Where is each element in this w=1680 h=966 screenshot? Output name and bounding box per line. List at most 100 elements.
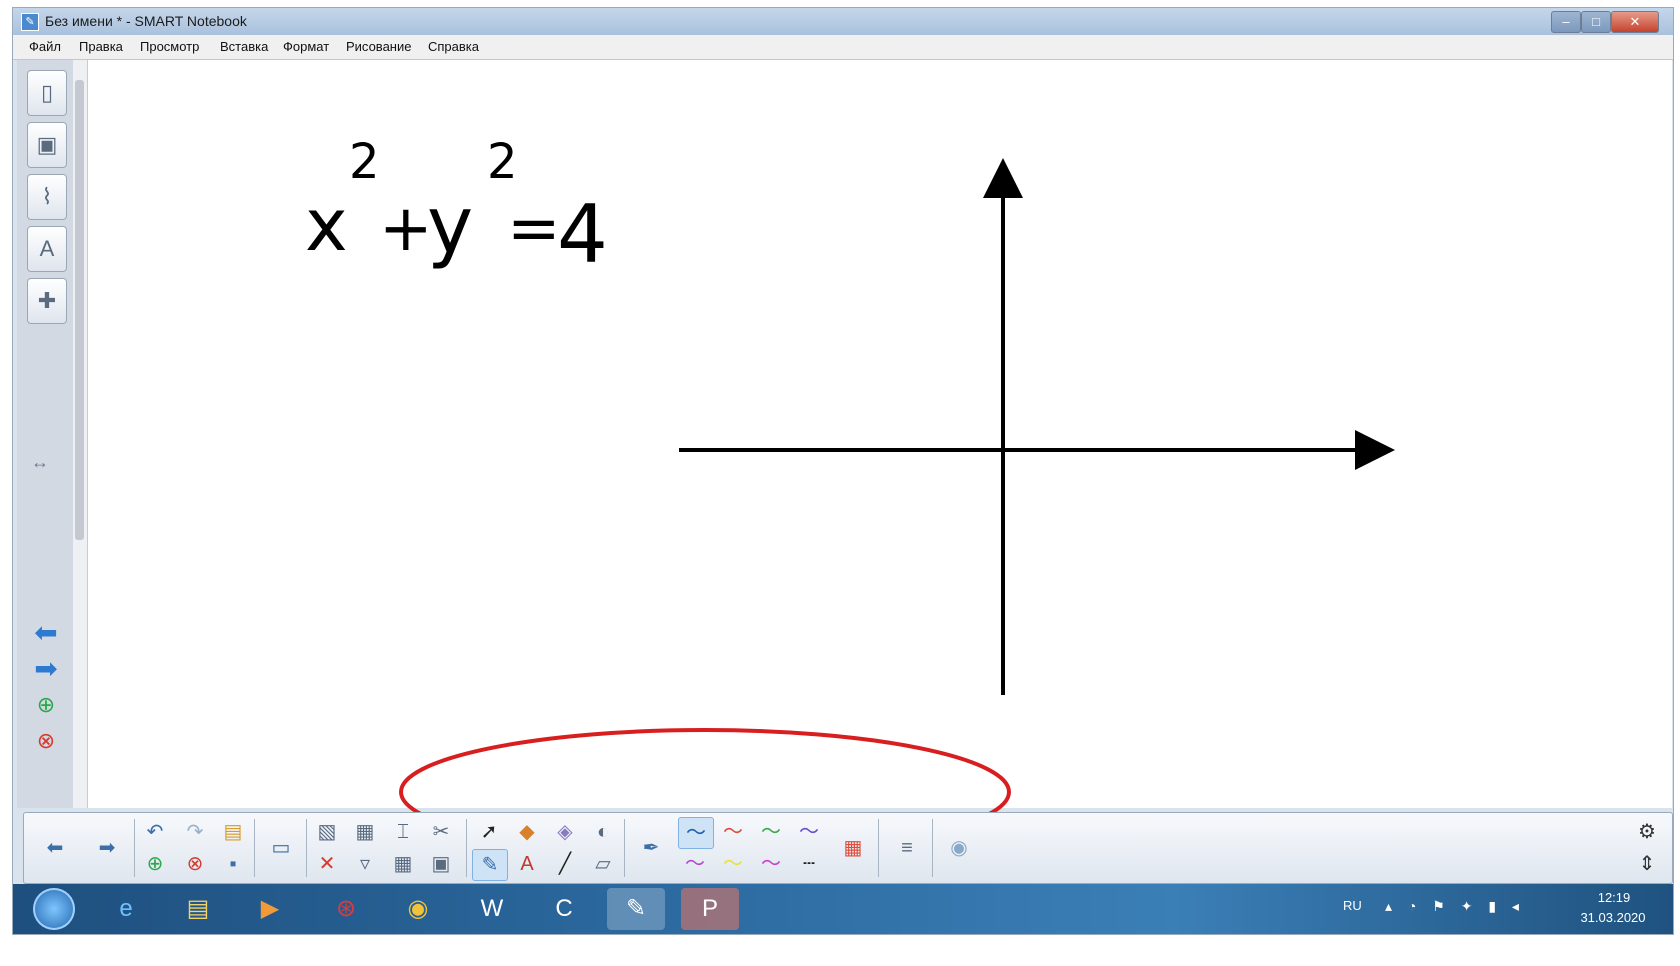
pen-style-purple[interactable]: 〜 [792,817,826,847]
toolbar-save[interactable]: ▪ [216,849,250,879]
attachments-tab[interactable]: ⌇ [27,174,67,220]
taskbar-ie[interactable]: e [97,888,155,930]
toolbar-undo[interactable]: ↶ [138,817,172,847]
vertical-scrollbar[interactable] [73,60,88,808]
pen-style-magenta[interactable]: 〜 [754,849,788,879]
toolbar-document-camera[interactable]: ▣ [424,849,458,879]
drawing-canvas[interactable]: x 2 + y 2 = 4 [87,60,1671,900]
maximize-button[interactable]: □ [1581,11,1611,33]
sidebar-prev-page-icon[interactable]: ⬅ [27,618,65,648]
toolbar-redo[interactable]: ↷ [178,817,212,847]
taskbar-c-app[interactable]: C [535,888,593,930]
toolbar-display[interactable]: ▭ [264,833,298,863]
taskbar-smart-notebook[interactable]: ✎ [607,888,665,930]
menu-file[interactable]: Файл [29,39,61,54]
menu-view[interactable]: Просмотр [140,39,199,54]
screen-shade-icon: ▦ [355,821,375,843]
taskbar-powerpoint[interactable]: P [681,888,739,930]
eq-x: x [305,183,348,267]
taskbar-media[interactable]: ▶ [241,888,299,930]
pen-style-green[interactable]: 〜 [754,817,788,847]
resize-handle-icon[interactable]: ↔ [31,452,49,473]
menu-edit[interactable]: Правка [79,39,123,54]
clock-date[interactable]: 31.03.2020 [1573,910,1653,925]
toolbar-table[interactable]: ▦ [386,849,420,879]
word-icon: W [480,895,504,922]
addons-tab[interactable]: ✚ [27,278,67,324]
toolbar-color[interactable]: ▦ [836,833,870,863]
menu-draw[interactable]: Рисование [346,39,411,54]
toolbar-back[interactable]: ⬅ [38,833,72,863]
toolbar-forward[interactable]: ➡ [90,833,124,863]
handwritten-equation[interactable]: x 2 + y 2 = 4 [305,134,608,281]
properties-icon: A [39,236,55,261]
transparency-icon: ◉ [950,837,968,859]
start-button[interactable] [33,888,75,930]
toolbar-magic-pen[interactable]: ◈ [548,817,582,847]
show-hide-icon: ▿ [359,853,371,875]
taskbar-explorer[interactable]: ▤ [169,888,227,930]
toolbar-transparency[interactable]: ◉ [942,833,976,863]
toolbar-line-style[interactable]: ≡ [890,833,924,863]
toolbar-lines[interactable]: ╱ [548,849,582,879]
minimize-button[interactable]: – [1551,11,1581,33]
toolbar-insert-text[interactable]: ⌶ [386,817,420,847]
toolbar-add-page[interactable]: ⊕ [138,849,172,879]
toolbar-pen-type[interactable]: ✒ [634,833,668,863]
toolbar-move[interactable]: ⇕ [1630,849,1664,879]
toolbar-pens[interactable]: ✎ [472,849,508,881]
toolbar-settings[interactable]: ⚙ [1630,817,1664,847]
media-player-icon: ▶ [260,895,280,922]
capture-icon: ✂ [432,821,450,843]
sidebar-next-page-icon[interactable]: ➡ [27,654,65,684]
undo-icon: ↶ [146,821,164,843]
taskbar-chrome[interactable]: ◉ [389,888,447,930]
eq-exp1: 2 [349,134,380,190]
toolbar-shapes[interactable]: ◆ [510,817,544,847]
internet-explorer-icon: e [119,895,133,922]
page-sorter-tab[interactable]: ▯ [27,70,67,116]
side-tabs: ▯ ▣ ⌇ A ✚ ↔ ⬅ ➡ ⊕ ⊗ [17,60,74,808]
menu-insert[interactable]: Вставка [220,39,268,54]
pens-icon: ✎ [481,854,499,876]
toolbar-eraser[interactable]: ▱ [586,849,620,879]
pen-style-blue[interactable]: 〜 [678,817,714,849]
open-icon: ▤ [223,821,243,843]
toolbar-capture[interactable]: ✂ [424,817,458,847]
toolbar-open[interactable]: ▤ [216,817,250,847]
eq-equals: = [507,192,561,266]
pen-style-red[interactable]: 〜 [716,817,750,847]
toolbar-show-hide[interactable]: ▿ [348,849,382,879]
taskbar-word[interactable]: W [463,888,521,930]
tray-language[interactable]: RU [1343,898,1362,913]
toolbar-fill[interactable]: ◐ [586,817,620,847]
toolbar-paste[interactable]: ▧ [310,817,344,847]
properties-tab[interactable]: A [27,226,67,272]
clock-time[interactable]: 12:19 [1579,890,1649,905]
close-button[interactable]: ✕ [1611,11,1659,33]
scrollbar-thumb[interactable] [75,80,84,540]
toolbar-text[interactable]: A [510,849,544,879]
tray-icons[interactable]: ▴ ◔ ⚑ ✦ ▮ ◂ [1385,898,1525,915]
gallery-tab[interactable]: ▣ [27,122,67,168]
taskbar-app-red[interactable]: ⊛ [317,888,375,930]
pen-stroke-icon: 〜 [723,853,743,875]
toolbar-delete[interactable]: ✕ [310,849,344,879]
forward-icon: ➡ [98,837,116,859]
pen-stroke-icon: 〜 [686,822,706,844]
pen-style-violet[interactable]: 〜 [678,849,712,879]
pen-stroke-icon: 〜 [761,853,781,875]
menu-help[interactable]: Справка [428,39,479,54]
delete-icon: ✕ [318,853,336,875]
title-bar: ✎ Без имени * - SMART Notebook – □ ✕ [13,8,1673,35]
toolbar-screen-shade[interactable]: ▦ [348,817,382,847]
menu-format[interactable]: Формат [283,39,329,54]
pen-style-yellow[interactable]: 〜 [716,849,750,879]
toolbar-select[interactable]: ➚ [472,817,506,847]
eq-plus: + [379,192,433,266]
sidebar-add-page-icon[interactable]: ⊕ [27,690,65,720]
sidebar-delete-page-icon[interactable]: ⊗ [27,726,65,756]
toolbar-delete-page[interactable]: ⊗ [178,849,212,879]
insert-table-icon: ⌶ [397,821,409,843]
pen-style-dashed[interactable]: ┄ [792,849,826,879]
